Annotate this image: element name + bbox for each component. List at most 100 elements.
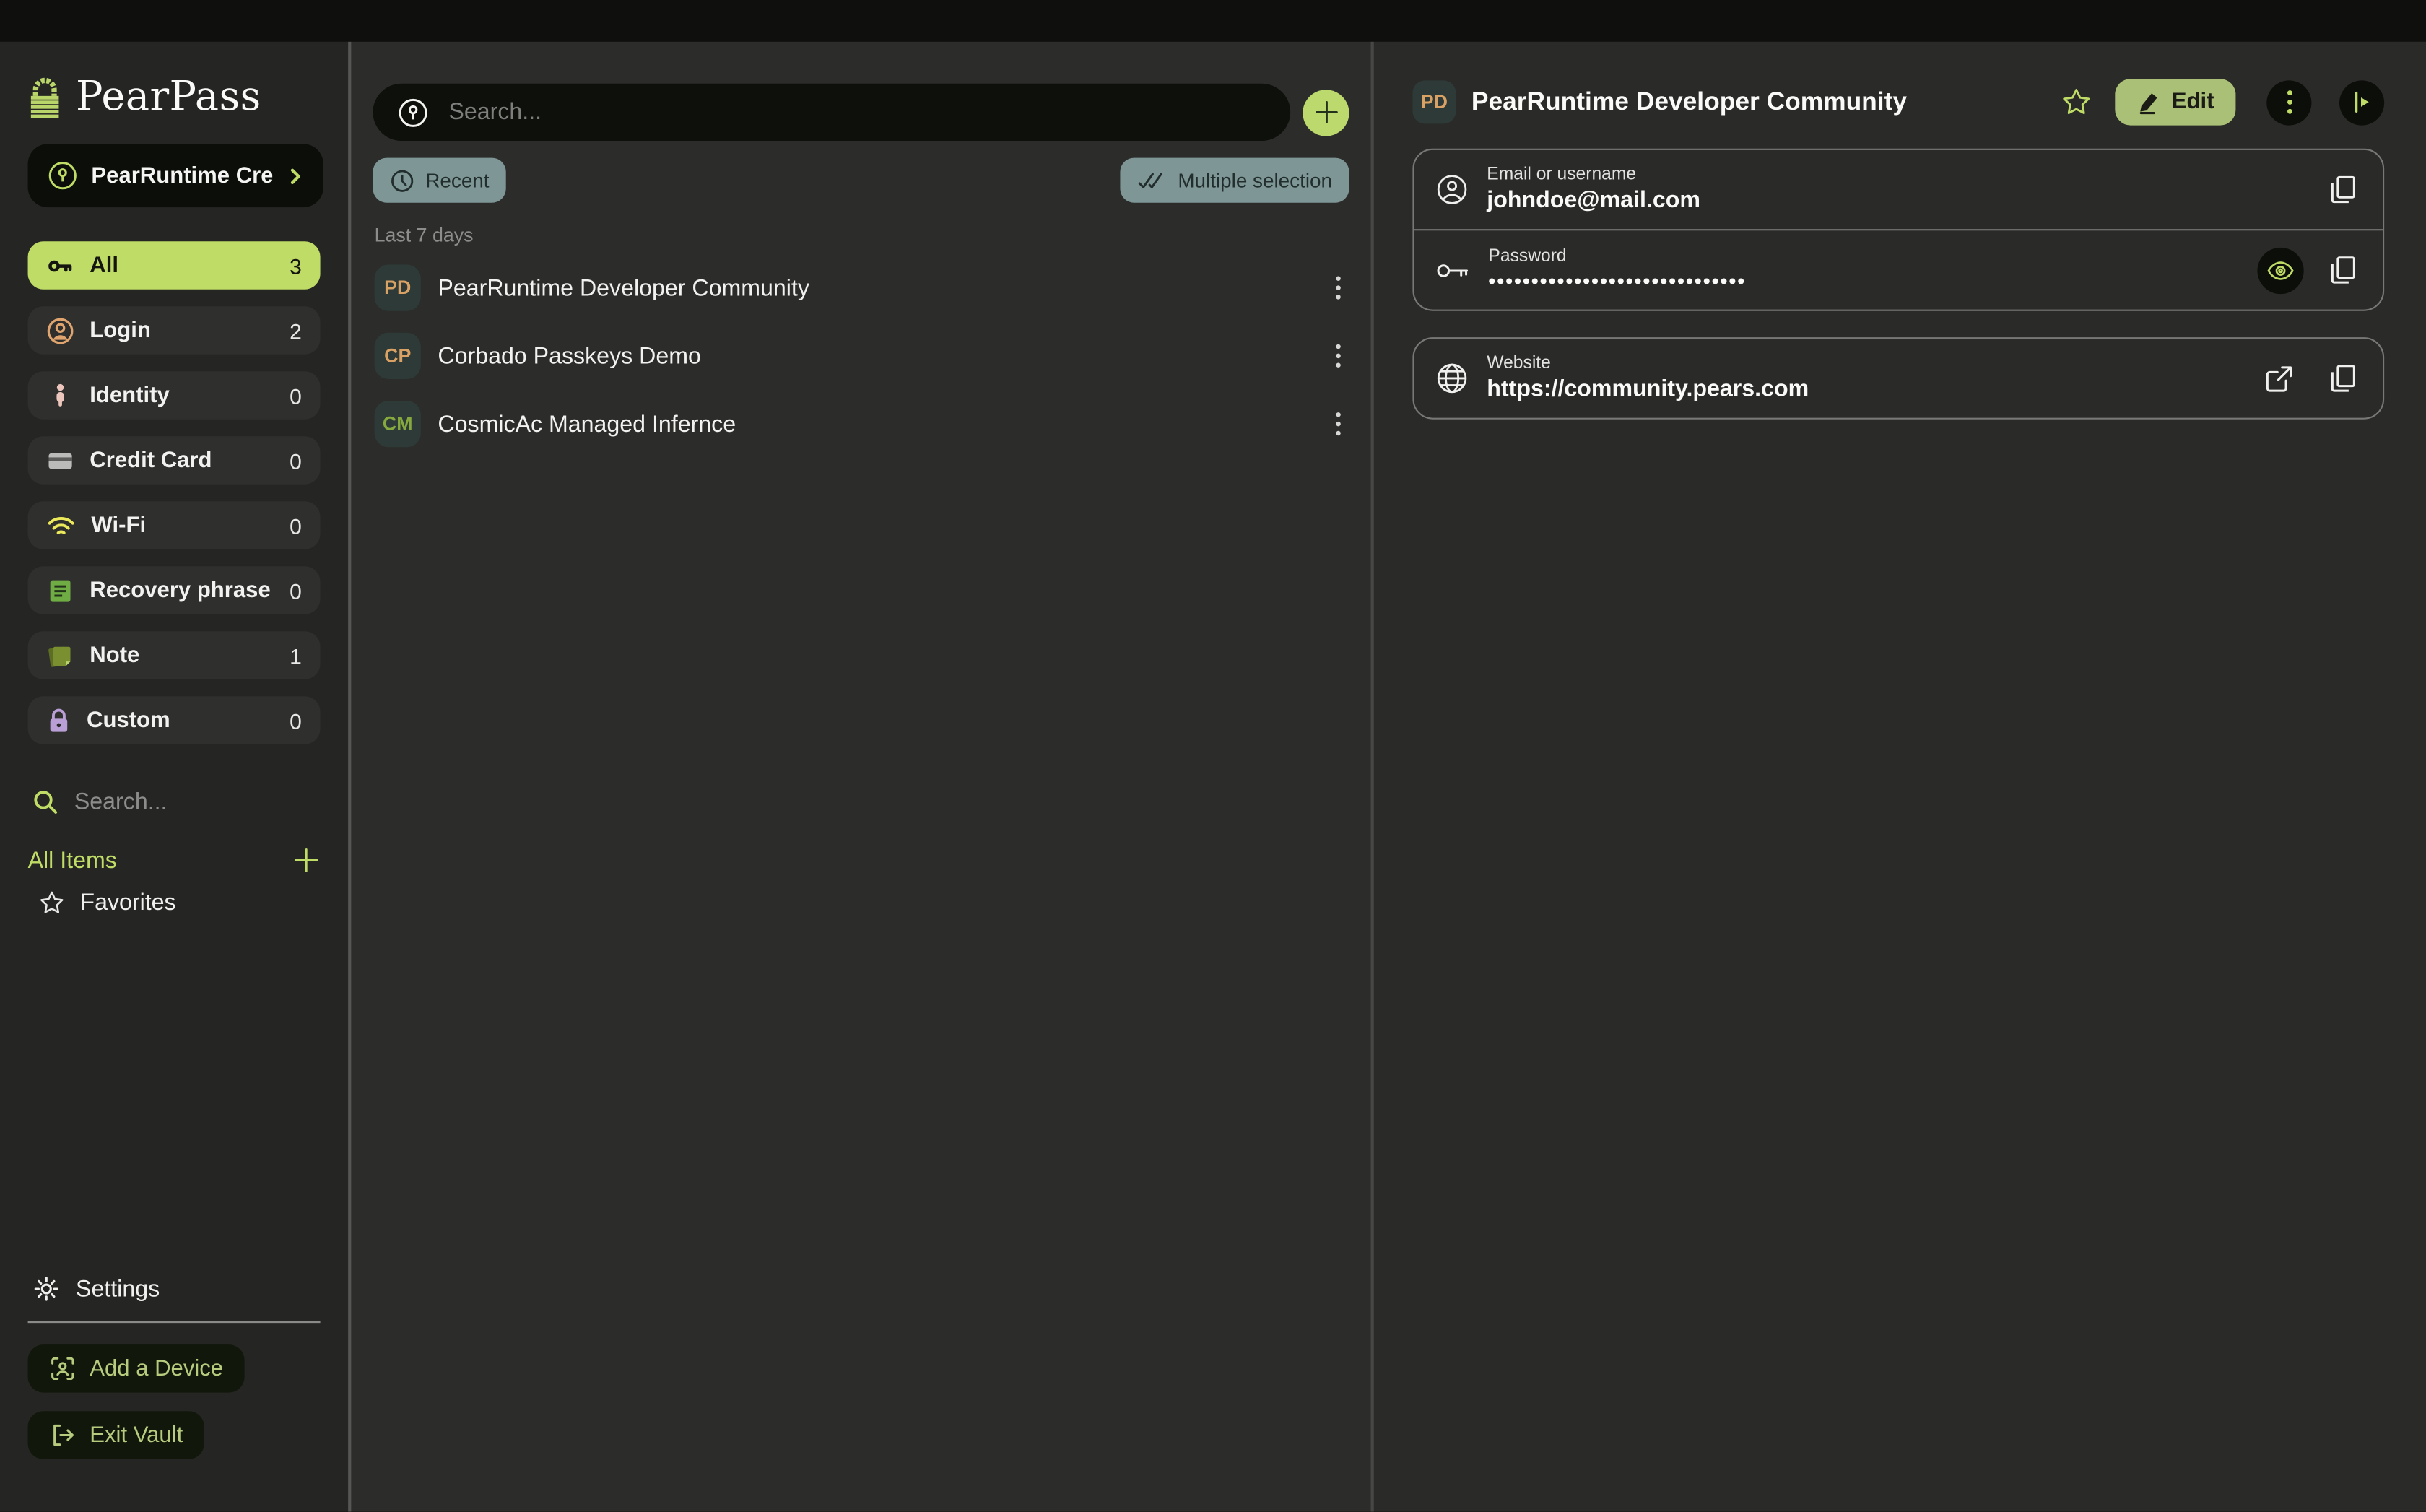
add-device-label: Add a Device (90, 1356, 223, 1381)
edit-button-label: Edit (2172, 90, 2214, 114)
sidebar-item-label: Custom (87, 708, 274, 732)
list-item-cosmicac[interactable]: CM CosmicAc Managed Infernce (373, 390, 1349, 458)
lock-logo-icon (28, 77, 62, 118)
sidebar-item-count: 0 (290, 383, 302, 407)
item-menu-button[interactable] (1329, 405, 1348, 442)
item-title: Corbado Passkeys Demo (438, 343, 1312, 369)
multiple-selection-chip[interactable]: Multiple selection (1121, 158, 1349, 203)
list-item-pearruntime[interactable]: PD PearRuntime Developer Community (373, 253, 1349, 321)
sidebar-item-all[interactable]: All 3 (28, 241, 321, 289)
sidebar-item-label: All (90, 253, 274, 277)
favorites-label: Favorites (80, 890, 175, 916)
sidebar-item-count: 3 (290, 253, 302, 277)
app-title: PearPass (76, 74, 261, 121)
open-website-button[interactable] (2261, 360, 2297, 396)
sidebar-item-label: Login (90, 318, 274, 342)
sidebar-item-note[interactable]: Note 1 (28, 631, 321, 679)
detail-title: PearRuntime Developer Community (1471, 87, 2042, 117)
sidebar-item-label: Credit Card (90, 448, 274, 472)
lock-icon (46, 707, 71, 733)
add-folder-icon[interactable] (292, 846, 321, 874)
sidebar-item-identity[interactable]: Identity 0 (28, 371, 321, 419)
sidebar-item-count: 0 (290, 513, 302, 537)
item-menu-button[interactable] (1329, 269, 1348, 306)
edit-button[interactable]: Edit (2114, 79, 2235, 125)
copy-password-button[interactable] (2326, 251, 2361, 290)
search-input[interactable] (445, 97, 1266, 127)
globe-icon (1436, 362, 1469, 394)
email-field-row: Email or username johndoe@mail.com (1414, 150, 2383, 229)
pearpass-window: PearPass PearRuntime Cre... (0, 0, 2426, 1512)
copy-email-button[interactable] (2326, 170, 2361, 209)
sidebar-search[interactable]: Search... (32, 789, 321, 815)
add-item-button[interactable] (1303, 89, 1349, 135)
date-group-label: Last 7 days (375, 225, 1349, 246)
website-card: Website https://community.pears.com (1412, 337, 2384, 420)
detail-menu-button[interactable] (2266, 79, 2311, 124)
sidebar-item-favorites[interactable]: Favorites (39, 890, 321, 916)
sidebar-item-count: 0 (290, 708, 302, 732)
item-avatar: PD (375, 264, 421, 310)
exit-vault-button[interactable]: Exit Vault (28, 1411, 205, 1459)
clock-icon (390, 168, 414, 193)
collapse-panel-button[interactable] (2339, 79, 2384, 124)
sidebar-divider (28, 1321, 321, 1323)
person-icon (46, 381, 74, 409)
sidebar-item-label: Identity (90, 383, 274, 407)
add-device-button[interactable]: Add a Device (28, 1344, 245, 1392)
item-title: PearRuntime Developer Community (438, 274, 1312, 300)
star-icon (39, 890, 65, 916)
sidebar-item-count: 0 (290, 448, 302, 472)
password-field-value: •••••••••••••••••••••••••••••• (1488, 269, 2238, 292)
all-items-label[interactable]: All Items (28, 847, 292, 873)
sidebar-item-login[interactable]: Login 2 (28, 306, 321, 354)
item-list-panel: Recent Multiple selection Last 7 days PD… (351, 42, 1373, 1512)
sidebar-item-count: 1 (290, 643, 302, 667)
password-field-row: Password •••••••••••••••••••••••••••••• (1414, 229, 2383, 309)
sidebar-item-credit-card[interactable]: Credit Card 0 (28, 436, 321, 484)
category-list: All 3 Login 2 (28, 241, 321, 744)
sidebar-item-settings[interactable]: Settings (32, 1275, 321, 1303)
item-menu-button[interactable] (1329, 337, 1348, 374)
favorite-star-button[interactable] (2057, 84, 2094, 121)
scan-user-icon (50, 1355, 76, 1381)
sidebar-item-count: 0 (290, 578, 302, 602)
website-field-value: https://community.pears.com (1487, 376, 2242, 402)
window-top-bar (0, 0, 2426, 42)
search-bar[interactable] (373, 84, 1290, 141)
password-field-label: Password (1488, 248, 2238, 266)
recent-filter-chip[interactable]: Recent (373, 158, 506, 203)
exit-vault-label: Exit Vault (90, 1422, 183, 1447)
detail-avatar: PD (1412, 80, 1456, 123)
website-field-label: Website (1487, 355, 2242, 373)
sidebar-item-label: Note (90, 643, 274, 667)
user-round-icon (1436, 173, 1469, 206)
email-field-value: johndoe@mail.com (1487, 187, 2307, 213)
sidebar-item-label: Recovery phrase (90, 578, 274, 602)
key-icon (46, 251, 74, 279)
key-flat-icon (1436, 259, 1470, 281)
sidebar-item-custom[interactable]: Custom 0 (28, 696, 321, 744)
all-items-section: All Items (28, 846, 321, 874)
vault-selector-button[interactable]: PearRuntime Cre... (28, 144, 323, 207)
sidebar-item-label: Wi-Fi (91, 513, 274, 537)
sidebar-item-wifi[interactable]: Wi-Fi 0 (28, 501, 321, 549)
toggle-password-visibility-button[interactable] (2257, 247, 2303, 293)
credit-card-icon (46, 446, 74, 474)
sidebar-item-recovery-phrase[interactable]: Recovery phrase 0 (28, 566, 321, 614)
chevron-right-icon (286, 166, 305, 185)
recent-chip-label: Recent (425, 169, 489, 192)
email-field-label: Email or username (1487, 165, 2307, 184)
logout-icon (50, 1422, 76, 1448)
item-detail-panel: PD PearRuntime Developer Community Edit (1374, 42, 2426, 1512)
website-field-row: Website https://community.pears.com (1414, 339, 2383, 417)
vault-selector-label: PearRuntime Cre... (91, 163, 272, 188)
list-item-corbado[interactable]: CP Corbado Passkeys Demo (373, 322, 1349, 390)
copy-website-button[interactable] (2326, 359, 2361, 398)
item-avatar: CP (375, 333, 421, 379)
circled-key-icon (48, 161, 77, 191)
double-check-icon (1138, 170, 1168, 191)
sidebar-item-count: 2 (290, 318, 302, 342)
wifi-icon (46, 513, 76, 537)
item-title: CosmicAc Managed Infernce (438, 411, 1312, 437)
